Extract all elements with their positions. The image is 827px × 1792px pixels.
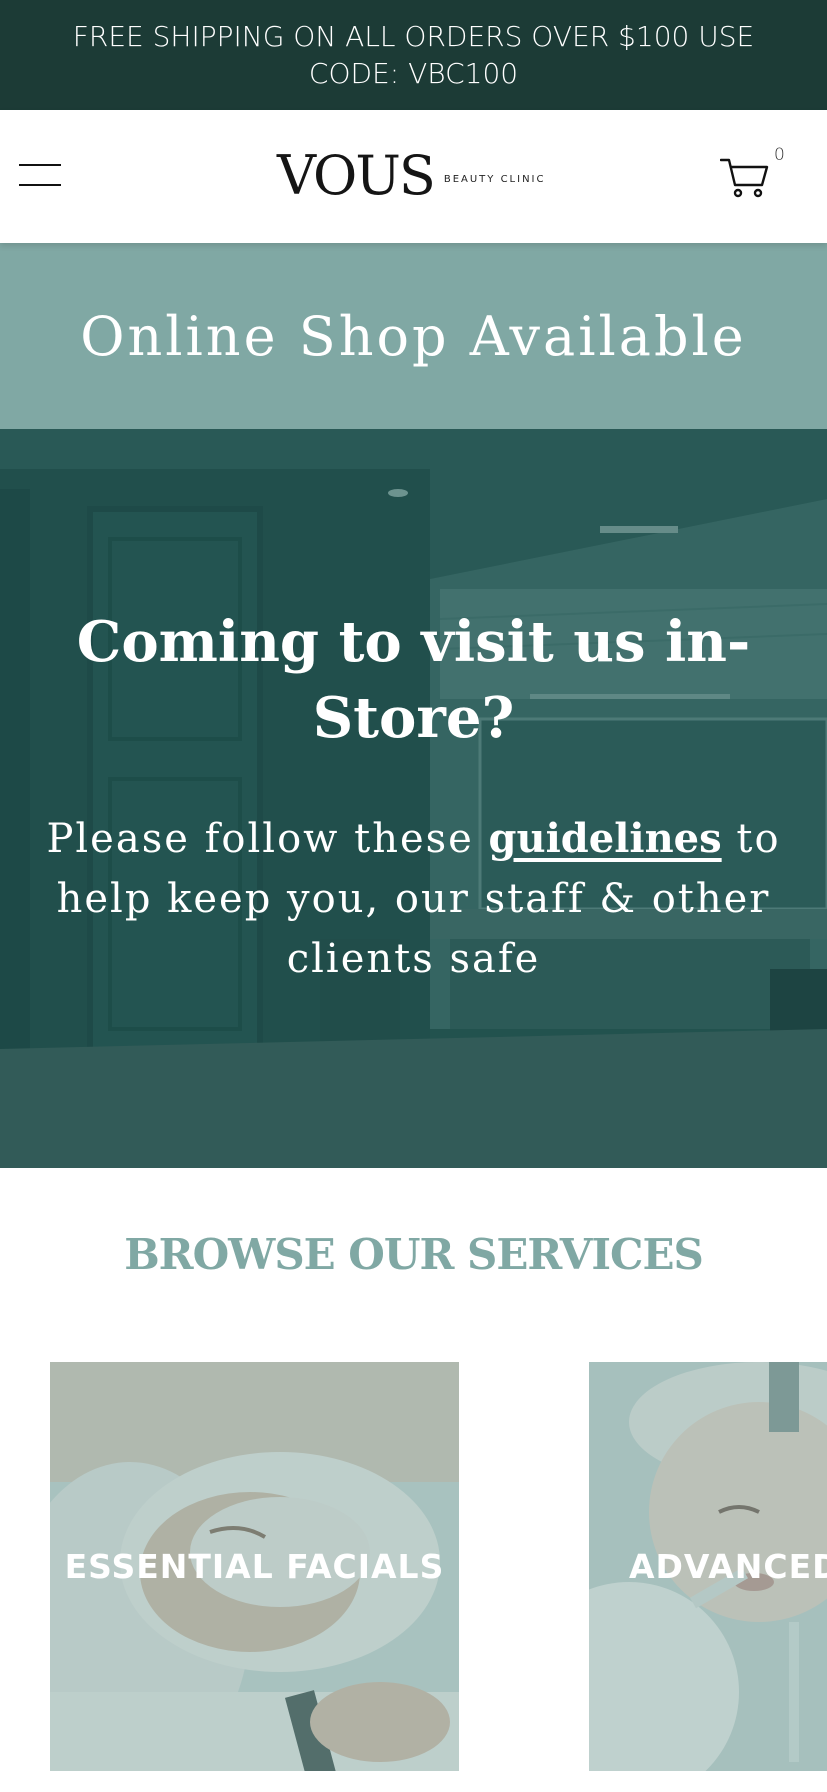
guidelines-link[interactable]: guidelines xyxy=(489,815,722,862)
cart-button[interactable]: 0 xyxy=(716,145,786,205)
service-card-label: ADVANCED FACIALS xyxy=(629,1547,827,1586)
hero-text: Please follow these guidelines to help k… xyxy=(40,809,787,989)
services-heading: BROWSE OUR SERVICES xyxy=(124,1230,704,1279)
hero-section: Coming to visit us in-Store? Please foll… xyxy=(0,429,827,1168)
shopping-cart-icon xyxy=(720,158,769,198)
announcement-bar: FREE SHIPPING ON ALL ORDERS OVER $100 US… xyxy=(0,0,827,110)
online-shop-title: Online Shop Available xyxy=(80,304,747,368)
service-card-advanced-facials[interactable]: ADVANCED FACIALS xyxy=(589,1362,827,1771)
logo-subtitle: BEAUTY CLINIC xyxy=(443,173,546,185)
site-header: VOUS BEAUTY CLINIC 0 xyxy=(0,110,827,243)
service-card-essential-facials[interactable]: ESSENTIAL FACIALS xyxy=(50,1362,459,1771)
announcement-text: FREE SHIPPING ON ALL ORDERS OVER $100 US… xyxy=(72,20,755,90)
service-card-label: ESSENTIAL FACIALS xyxy=(64,1547,445,1586)
hero-content: Coming to visit us in-Store? Please foll… xyxy=(0,429,827,1168)
online-shop-banner: Online Shop Available xyxy=(0,243,827,429)
logo-wordmark: VOUS xyxy=(277,144,436,207)
cart-count: 0 xyxy=(774,145,785,165)
hero-text-before: Please follow these xyxy=(46,816,489,862)
logo[interactable]: VOUS BEAUTY CLINIC xyxy=(277,146,545,206)
hero-title: Coming to visit us in-Store? xyxy=(76,609,751,751)
hamburger-menu-icon[interactable] xyxy=(19,160,61,192)
